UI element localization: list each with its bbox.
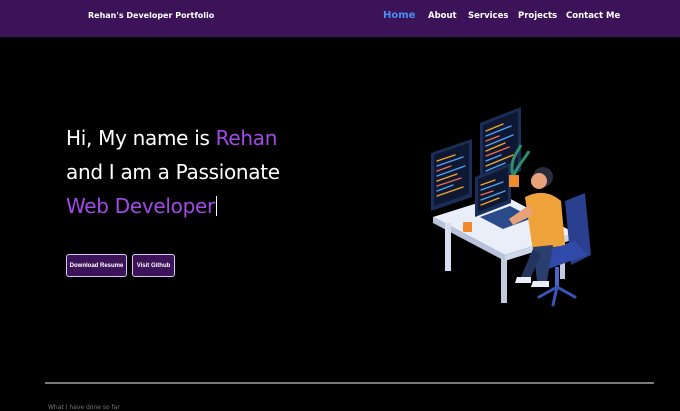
typing-cursor: [215, 196, 217, 216]
download-resume-button[interactable]: Download Resume: [66, 254, 127, 277]
navbar: Rehan's Developer Portfolio Home About S…: [0, 0, 680, 37]
visit-github-button[interactable]: Visit Github: [132, 254, 175, 277]
nav-link-home[interactable]: Home: [383, 10, 415, 21]
hero-name: Rehan: [215, 126, 278, 150]
nav-link-projects[interactable]: Projects: [518, 11, 557, 21]
hero-intro: Hi, My name is Rehan and I am a Passiona…: [66, 121, 366, 223]
hero-line-1: Hi, My name is Rehan: [66, 121, 366, 155]
nav-link-about[interactable]: About: [428, 11, 457, 21]
nav-link-services[interactable]: Services: [468, 11, 508, 21]
nav-link-contact[interactable]: Contact Me: [566, 11, 620, 21]
hero-line-3: Web Developer: [66, 189, 366, 223]
developer-illustration: [431, 107, 591, 307]
next-section-heading: What I have done so far: [48, 404, 120, 411]
section-divider: [45, 382, 654, 384]
hero-greeting: Hi, My name is: [66, 126, 216, 150]
hero-line-2: and I am a Passionate: [66, 160, 280, 184]
nav-links: Home About Services Projects Contact Me: [0, 9, 680, 29]
typed-role: Web Developer: [66, 194, 215, 218]
